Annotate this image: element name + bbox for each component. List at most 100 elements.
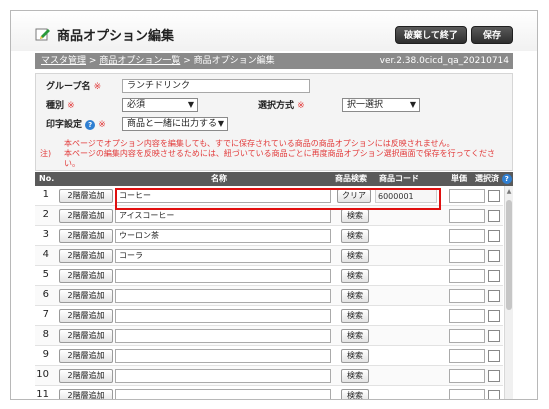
selected-checkbox[interactable] — [488, 290, 500, 302]
table-row: 3 2階層追加 ウーロン茶 検索 — [35, 226, 503, 246]
price-input[interactable] — [449, 269, 485, 283]
clear-button[interactable]: クリア — [337, 189, 371, 203]
option-name-input[interactable] — [115, 369, 331, 383]
breadcrumb-separator: > — [183, 56, 191, 66]
search-button[interactable]: 検索 — [341, 249, 369, 263]
price-input[interactable] — [449, 309, 485, 323]
selected-checkbox[interactable] — [488, 390, 500, 399]
column-header-no: No. — [39, 174, 55, 183]
row-number: 5 — [42, 269, 49, 280]
price-input[interactable] — [449, 349, 485, 363]
selected-checkbox[interactable] — [488, 370, 500, 382]
add-level-button[interactable]: 2階層追加 — [59, 249, 113, 263]
price-input[interactable] — [449, 329, 485, 343]
save-button[interactable]: 保存 — [471, 26, 513, 44]
price-input[interactable] — [449, 389, 485, 399]
table-row: 6 2階層追加 検索 — [35, 286, 503, 306]
option-name-input[interactable] — [115, 329, 331, 343]
table-row: 4 2階層追加 コーラ 検索 — [35, 246, 503, 266]
breadcrumb: マスタ管理 > 商品オプション一覧 > 商品オプション編集 ver.2.38.0… — [35, 53, 513, 69]
grid-header: No. 名称 商品検索 商品コード 単価 選択済 ? — [35, 172, 513, 186]
chevron-down-icon: ▼ — [187, 100, 194, 109]
option-name-input[interactable] — [115, 269, 331, 283]
option-name-input[interactable]: コーラ — [115, 249, 331, 263]
edit-pencil-icon — [35, 28, 50, 41]
required-mark: ※ — [93, 82, 102, 92]
option-name-input[interactable]: ウーロン茶 — [115, 229, 331, 243]
row-number: 11 — [36, 389, 49, 400]
selected-checkbox[interactable] — [488, 350, 500, 362]
add-level-button[interactable]: 2階層追加 — [59, 289, 113, 303]
search-button[interactable]: 検索 — [341, 269, 369, 283]
search-button[interactable]: 検索 — [341, 289, 369, 303]
add-level-button[interactable]: 2階層追加 — [59, 349, 113, 363]
scroll-up-arrow-icon[interactable]: ▲ — [505, 188, 513, 195]
chevron-down-icon: ▼ — [409, 100, 416, 109]
group-name-input[interactable]: ランチドリンク — [122, 79, 310, 93]
type-select-value: 必須 — [127, 100, 146, 110]
selected-checkbox[interactable] — [488, 270, 500, 282]
column-header-code: 商品コード — [379, 174, 419, 183]
discard-and-exit-button[interactable]: 破棄して終了 — [395, 26, 467, 44]
option-name-input[interactable] — [115, 309, 331, 323]
search-button[interactable]: 検索 — [341, 349, 369, 363]
table-row: 9 2階層追加 検索 — [35, 346, 503, 366]
help-icon[interactable]: ? — [85, 119, 96, 130]
option-name-input[interactable]: アイスコーヒー — [115, 209, 331, 223]
search-button[interactable]: 検索 — [341, 329, 369, 343]
grid-scrollbar[interactable]: ▲ — [504, 186, 513, 399]
add-level-button[interactable]: 2階層追加 — [59, 329, 113, 343]
add-level-button[interactable]: 2階層追加 — [59, 309, 113, 323]
price-input[interactable] — [449, 369, 485, 383]
print-setting-label: 印字設定 ? ※ — [46, 117, 106, 130]
column-header-selected: 選択済 ? — [475, 172, 512, 186]
search-button[interactable]: 検索 — [341, 389, 369, 399]
product-code: 6000001 — [375, 189, 437, 203]
chevron-down-icon: ▼ — [217, 119, 224, 128]
search-button[interactable]: 検索 — [341, 229, 369, 243]
add-level-button[interactable]: 2階層追加 — [59, 389, 113, 399]
note-line: 本ページの編集内容を反映させるためには、紐づいている商品ごとに再度商品オプション… — [64, 149, 495, 168]
table-row: 7 2階層追加 検索 — [35, 306, 503, 326]
add-level-button[interactable]: 2階層追加 — [59, 269, 113, 283]
price-input[interactable] — [449, 189, 485, 203]
print-setting-label-text: 印字設定 — [46, 120, 83, 130]
breadcrumb-current: 商品オプション編集 — [193, 56, 275, 66]
price-input[interactable] — [449, 229, 485, 243]
row-number: 2 — [42, 209, 49, 220]
option-name-input[interactable] — [115, 349, 331, 363]
search-button[interactable]: 検索 — [341, 209, 369, 223]
selected-checkbox[interactable] — [488, 250, 500, 262]
option-name-input[interactable] — [115, 289, 331, 303]
selected-checkbox[interactable] — [488, 310, 500, 322]
row-number: 10 — [36, 369, 49, 380]
price-input[interactable] — [449, 209, 485, 223]
print-setting-select[interactable]: 商品と一緒に出力する ▼ — [122, 117, 228, 131]
add-level-button[interactable]: 2階層追加 — [59, 229, 113, 243]
add-level-button[interactable]: 2階層追加 — [59, 209, 113, 223]
select-method-select[interactable]: 択一選択 ▼ — [342, 98, 420, 112]
scrollbar-thumb[interactable] — [506, 200, 512, 310]
selected-checkbox[interactable] — [488, 330, 500, 342]
search-button[interactable]: 検索 — [341, 309, 369, 323]
title-bar: 商品オプション編集 破棄して終了 保存 — [11, 11, 537, 51]
selected-checkbox[interactable] — [488, 230, 500, 242]
price-input[interactable] — [449, 289, 485, 303]
search-button[interactable]: 検索 — [341, 369, 369, 383]
help-icon[interactable]: ? — [501, 173, 512, 184]
note-text: 本ページでオプション内容を編集しても、すでに保存されている商品の商品オプションに… — [64, 139, 510, 169]
add-level-button[interactable]: 2階層追加 — [59, 189, 113, 203]
breadcrumb-link-master[interactable]: マスタ管理 — [41, 56, 86, 66]
option-name-input[interactable] — [115, 389, 331, 399]
print-setting-value: 商品と一緒に出力する — [127, 119, 218, 129]
selected-checkbox[interactable] — [488, 190, 500, 202]
breadcrumb-link-option-list[interactable]: 商品オプション一覧 — [99, 56, 180, 66]
selected-checkbox[interactable] — [488, 210, 500, 222]
option-name-input[interactable]: コーヒー — [115, 189, 331, 203]
price-input[interactable] — [449, 249, 485, 263]
column-header-selected-text: 選択済 — [475, 174, 499, 183]
type-select[interactable]: 必須 ▼ — [122, 98, 198, 112]
version-label: ver.2.38.0cicd_qa_20210714 — [379, 56, 509, 66]
add-level-button[interactable]: 2階層追加 — [59, 369, 113, 383]
note-mark: 注) — [40, 149, 52, 158]
